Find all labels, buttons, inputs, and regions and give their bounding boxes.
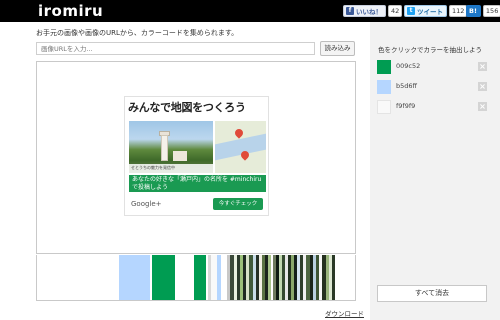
download-link[interactable]: ダウンロード [325, 308, 364, 318]
ad-cta-button: 今すぐチェック [213, 198, 263, 210]
load-button[interactable]: 読み込み [320, 41, 355, 56]
color-stripe[interactable] [152, 255, 175, 300]
top-bar: iromiru f いいね！ 42 t ツイート 112 B! 156 [0, 0, 500, 22]
delete-color-icon[interactable]: × [478, 102, 487, 111]
image-url-input[interactable] [36, 42, 315, 55]
hatena-bookmark-widget[interactable]: B! 156 [466, 5, 500, 17]
color-code: f9f9f9 [396, 102, 416, 110]
delete-color-icon[interactable]: × [478, 62, 487, 71]
color-swatch[interactable] [377, 80, 391, 94]
page-instruction: お手元の画像や画像のURLから、カラーコードを集められます。 [36, 29, 239, 37]
facebook-icon: f [346, 7, 354, 15]
facebook-like-label: いいね！ [356, 8, 382, 16]
color-stripe[interactable] [37, 255, 119, 300]
ad-lighthouse-photo: せとうちの魅力を発信中 [129, 121, 213, 173]
map-pin-icon [233, 127, 245, 139]
facebook-like-button[interactable]: f いいね！ [343, 5, 386, 17]
sidebar-hint: 色をクリックでカラーを抽出しよう [378, 46, 482, 54]
clear-all-button[interactable]: すべて消去 [377, 285, 487, 302]
ad-map [215, 121, 266, 173]
twitter-tweet-widget[interactable]: t ツイート 112 [404, 5, 468, 17]
photo-caption: せとうちの魅力を発信中 [129, 164, 213, 173]
tweet-button[interactable]: t ツイート [404, 5, 447, 17]
color-stripe[interactable] [194, 255, 206, 300]
facebook-like-count: 42 [388, 5, 403, 17]
twitter-icon: t [407, 7, 415, 15]
color-swatch[interactable] [377, 100, 391, 114]
tweet-count: 112 [449, 5, 468, 17]
google-plus-label: Google+ [131, 200, 162, 208]
color-stripe[interactable] [175, 255, 194, 300]
house [173, 151, 187, 161]
color-stripe[interactable] [332, 255, 335, 300]
loaded-image[interactable]: みんなで地図をつくろう せとうちの魅力を発信中 あなたの好きな「瀬戸内」の名所を… [124, 96, 269, 216]
color-stripe-bar[interactable] [36, 255, 356, 301]
color-stripe[interactable] [119, 255, 150, 300]
color-sidebar: 色をクリックでカラーを抽出しよう 009c52 × b5d6ff × f9f9f… [370, 22, 500, 320]
color-swatch[interactable] [377, 60, 391, 74]
color-code: 009c52 [396, 62, 421, 70]
delete-color-icon[interactable]: × [478, 82, 487, 91]
color-item[interactable]: b5d6ff × [377, 80, 491, 94]
color-code: b5d6ff [396, 82, 418, 90]
hatena-bookmark-icon: B! [469, 7, 477, 15]
tweet-label: ツイート [417, 8, 443, 16]
lighthouse [161, 135, 168, 161]
facebook-like-widget[interactable]: f いいね！ 42 [343, 5, 403, 17]
ad-message: あなたの好きな「瀬戸内」の名所を #minchiru で投稿しよう [129, 175, 266, 192]
hatena-bookmark-button[interactable]: B! [466, 5, 481, 17]
color-item[interactable]: f9f9f9 × [377, 100, 491, 114]
ad-title: みんなで地図をつくろう [128, 101, 246, 114]
site-logo[interactable]: iromiru [38, 2, 103, 20]
hatena-bookmark-count: 156 [482, 5, 500, 17]
color-item[interactable]: 009c52 × [377, 60, 491, 74]
